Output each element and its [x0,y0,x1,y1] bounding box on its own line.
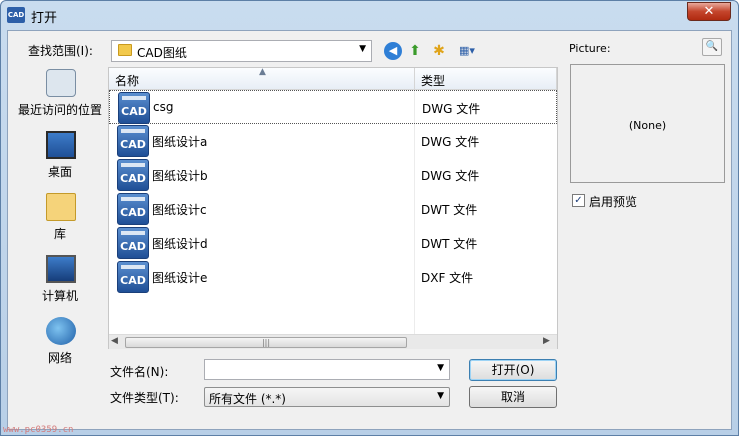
place-label: 桌面 [47,165,72,179]
preview-placeholder: (None) [628,119,667,132]
file-type: DWG 文件 [422,102,481,116]
chevron-down-icon[interactable]: ▼ [437,363,444,373]
cad-file-icon: CAD [117,159,149,191]
back-icon[interactable]: ◀ [384,42,402,60]
place-desktop[interactable]: 桌面 [12,129,108,189]
folder-icon [118,44,132,56]
filetype-value: 所有文件 (*.*) [209,392,286,406]
watermark: www.pc0359.cn [3,425,74,435]
scroll-left-icon[interactable]: ◀ [111,336,118,346]
enable-preview-label[interactable]: 启用预览 [589,193,637,210]
place-label: 网络 [47,351,72,365]
file-name: 图纸设计c [152,203,207,217]
cancel-button[interactable]: 取消 [469,386,557,408]
open-dialog: CAD 打开 ✕ 查找范围(I): CAD图纸 ▼ ◀ ⬆ ✱ ▦▾ 最近访问的… [0,0,739,436]
file-name: 图纸设计e [152,271,208,285]
network-icon [46,317,76,345]
file-list[interactable]: ▲ 名称 类型 CAD csg DWG 文件 CAD 图纸设计a DWG 文件 … [108,67,558,349]
file-row[interactable]: CAD 图纸设计d DWT 文件 [109,226,557,260]
views-menu-icon[interactable]: ▦▾ [454,42,480,60]
file-type: DXF 文件 [421,271,474,285]
file-row[interactable]: CAD 图纸设计c DWT 文件 [109,192,557,226]
look-in-value: CAD图纸 [137,46,187,60]
desktop-icon [46,131,76,159]
cad-file-icon: CAD [117,193,149,225]
file-type: DWG 文件 [421,169,480,183]
title-bar[interactable]: CAD 打开 ✕ [1,1,738,29]
app-icon: CAD [7,7,25,23]
library-icon [46,193,76,221]
filename-input[interactable]: ▼ [204,359,450,380]
file-name: csg [153,100,174,114]
place-computer[interactable]: 计算机 [12,253,108,313]
file-type: DWT 文件 [421,203,478,217]
file-name: 图纸设计d [152,237,208,251]
find-file-icon[interactable]: 🔍 [702,38,722,56]
place-label: 最近访问的位置 [17,103,102,117]
file-name: 图纸设计a [152,135,208,149]
place-network[interactable]: 网络 [12,315,108,375]
dialog-body: 查找范围(I): CAD图纸 ▼ ◀ ⬆ ✱ ▦▾ 最近访问的位置 桌面 库 计… [7,30,732,430]
scroll-right-icon[interactable]: ▶ [543,336,550,346]
file-type: DWG 文件 [421,135,480,149]
scrollbar-thumb[interactable]: ||| [125,337,407,348]
up-folder-icon[interactable]: ⬆ [406,42,424,60]
place-library[interactable]: 库 [12,191,108,251]
column-divider[interactable] [556,68,557,90]
new-folder-icon[interactable]: ✱ [430,42,448,60]
file-name: 图纸设计b [152,169,208,183]
filetype-select[interactable]: 所有文件 (*.*) ▼ [204,387,450,407]
file-row[interactable]: CAD csg DWG 文件 [109,90,557,124]
enable-preview-checkbox[interactable]: ✓ [572,194,585,207]
column-header-type[interactable]: 类型 [421,72,445,89]
cad-file-icon: CAD [117,261,149,293]
file-type: DWT 文件 [421,237,478,251]
look-in-label: 查找范围(I): [28,44,93,58]
cad-file-icon: CAD [117,227,149,259]
place-recent[interactable]: 最近访问的位置 [12,67,108,127]
place-label: 计算机 [41,289,78,303]
cad-file-icon: CAD [117,125,149,157]
file-row[interactable]: CAD 图纸设计a DWG 文件 [109,124,557,158]
filetype-label: 文件类型(T): [110,391,179,405]
preview-pane: (None) [570,64,725,183]
place-label: 库 [53,227,66,241]
column-divider[interactable] [414,68,415,90]
chevron-down-icon[interactable]: ▼ [359,44,366,54]
chevron-down-icon[interactable]: ▼ [437,391,444,401]
sort-ascending-icon: ▲ [259,67,266,77]
preview-label: Picture: [569,42,611,55]
recent-places-icon [46,69,76,97]
filename-label: 文件名(N): [110,365,169,379]
places-bar: 最近访问的位置 桌面 库 计算机 网络 [12,67,108,383]
computer-icon [46,255,76,283]
cad-file-icon: CAD [118,92,150,124]
file-row[interactable]: CAD 图纸设计b DWG 文件 [109,158,557,192]
column-header-name[interactable]: 名称 [115,72,139,89]
window-title: 打开 [31,11,58,26]
file-row[interactable]: CAD 图纸设计e DXF 文件 [109,260,557,294]
open-button[interactable]: 打开(O) [469,359,557,381]
close-button[interactable]: ✕ [687,2,731,21]
list-header: ▲ 名称 类型 [109,67,557,90]
look-in-combo[interactable]: CAD图纸 ▼ [111,40,372,62]
horizontal-scrollbar[interactable]: ◀ ||| ▶ [109,334,557,349]
